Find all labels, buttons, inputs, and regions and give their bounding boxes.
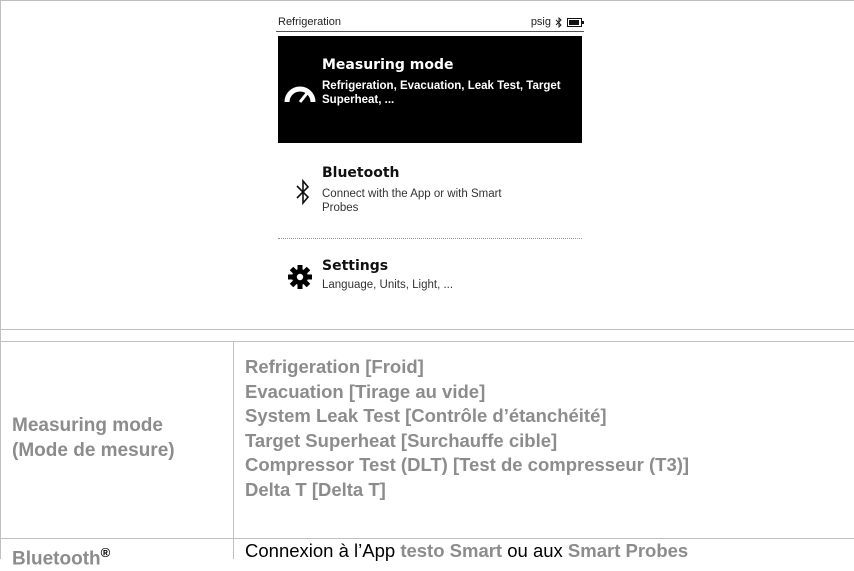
bluetooth-status-icon [555,16,562,28]
table-spacer-row [1,330,854,342]
status-title: Refrigeration [278,16,341,28]
document-table: Refrigeration psig Measuring mode Refrig… [0,0,854,569]
status-bar: Refrigeration psig [276,13,584,32]
option-system-leak-test: System Leak Test [Contrôle d’étanchéité] [245,405,607,426]
menu-item-bluetooth[interactable]: Bluetooth Connect with the App or with S… [278,151,582,231]
option-evacuation: Evacuation [Tirage au vide] [245,380,486,402]
menu-separator [278,238,582,239]
option-refrigeration: Refrigeration [Froid] [245,356,424,377]
menu-item-settings[interactable]: Settings Language, Units, Light, ... [278,243,582,323]
battery-icon [567,17,584,27]
menu-item-measuring-mode[interactable]: Measuring mode Refrigeration, Evacuation… [278,36,582,143]
unit-label: psig [530,16,551,28]
menu-item-description: Refrigeration, Evacuation, Leak Test, Ta… [322,80,561,106]
measuring-mode-label: Measuring mode (Mode de mesure) [12,415,175,461]
option-compressor-test: Compressor Test (DLT) [Test de compresse… [245,454,690,475]
option-target-superheat: Target Superheat [Surchauffe cible] [245,429,558,451]
menu-item-title: Settings [322,258,389,274]
measuring-mode-options: Refrigeration [Froid] Evacuation [Tirage… [245,355,689,502]
menu-item-description: Language, Units, Light, ... [322,279,454,291]
device-screenshot-cell: Refrigeration psig Measuring mode Refrig… [1,0,854,330]
menu-item-description: Connect with the App or with Smart Probe… [322,188,502,214]
option-delta-t: Delta T [Delta T] [245,478,386,500]
bluetooth-label: Bluetooth® [12,545,111,570]
gear-icon [288,265,312,289]
bluetooth-icon [296,178,310,206]
device-screen: Refrigeration psig Measuring mode Refrig… [276,11,584,323]
menu-item-title: Measuring mode [322,57,454,73]
column-divider [233,342,234,559]
gauge-icon [284,86,316,103]
menu-item-title: Bluetooth [322,165,400,181]
